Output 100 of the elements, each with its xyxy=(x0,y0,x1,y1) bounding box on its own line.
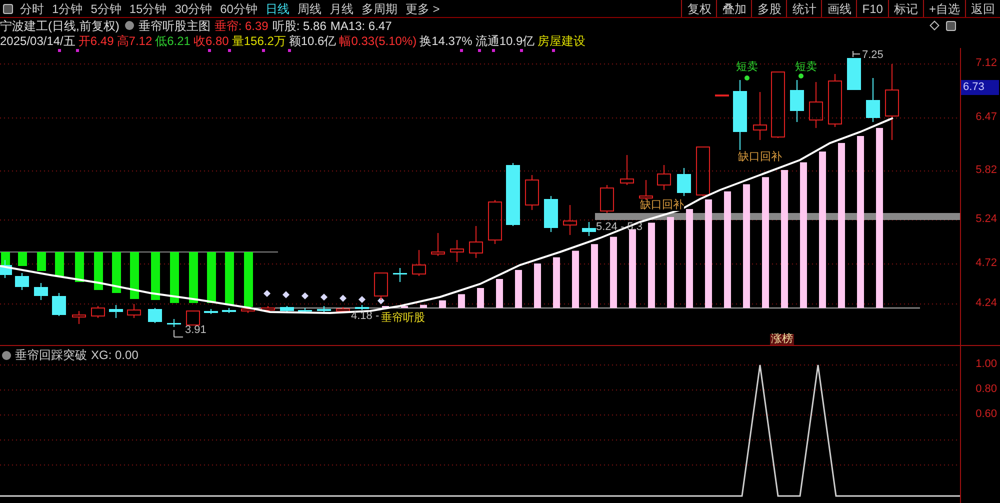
indicator-bar xyxy=(610,236,617,308)
period-tab[interactable]: 周线 xyxy=(293,0,326,17)
quote-field: 2025/03/14/五 xyxy=(0,34,76,46)
quote-field: 换14.37% xyxy=(420,34,472,46)
candlestick xyxy=(374,272,388,300)
signal-dot xyxy=(798,74,804,78)
price-axis-label: 4.24 xyxy=(974,298,998,309)
period-tab[interactable]: 15分钟 xyxy=(125,0,171,17)
indicator-value: MA13: 6.47 xyxy=(330,20,392,32)
candlestick xyxy=(15,272,29,290)
panel-toggle-icon[interactable] xyxy=(3,4,13,14)
toolbar-button[interactable]: F10 xyxy=(856,0,888,17)
candlestick xyxy=(677,168,691,196)
period-tab[interactable]: 30分钟 xyxy=(170,0,216,17)
quote-field: 开6.49 xyxy=(78,34,114,46)
diamond-marker xyxy=(358,296,366,304)
indicator-bar xyxy=(170,252,179,303)
indicator-value: XG: 0.00 xyxy=(91,349,138,361)
candlestick xyxy=(52,292,66,316)
arrow-icon xyxy=(173,330,184,338)
chart-annotation: 4.18 - xyxy=(351,311,380,322)
indicator-bar xyxy=(458,294,465,308)
candlestick xyxy=(733,80,747,150)
candlestick xyxy=(620,154,634,186)
period-tab[interactable]: 月线 xyxy=(325,0,358,17)
indicator-bar xyxy=(439,300,446,308)
indicator-bar xyxy=(189,252,198,303)
candlestick xyxy=(298,308,312,312)
chart-annotation: 缺口回补 xyxy=(640,200,684,211)
value-axis-label: 1.00 xyxy=(976,359,997,370)
toolbar-button[interactable]: 画线 xyxy=(821,0,856,17)
candlestick xyxy=(186,310,200,326)
toolbar-button[interactable]: 多股 xyxy=(751,0,786,17)
toolbar-button[interactable]: +自选 xyxy=(922,0,965,17)
candlestick xyxy=(488,200,502,244)
toolbar-button[interactable]: 统计 xyxy=(786,0,822,17)
candlestick xyxy=(582,222,596,236)
candlestick xyxy=(336,306,350,312)
toolbar-button[interactable]: 叠加 xyxy=(716,0,752,17)
period-tab[interactable]: 60分钟 xyxy=(216,0,262,17)
diamond-marker xyxy=(301,292,309,300)
price-axis-label: 5.24 xyxy=(974,214,998,225)
toolbar-button[interactable]: 返回 xyxy=(965,0,1000,17)
indicator-value: 听股: 5.86 xyxy=(272,20,326,32)
indicator-bar xyxy=(55,252,64,276)
toolbar-button[interactable]: 复权 xyxy=(681,0,716,17)
indicator-bar xyxy=(401,306,408,308)
period-tab[interactable]: 更多 > xyxy=(401,0,444,17)
indicator-bar xyxy=(225,252,234,305)
diamond-marker xyxy=(320,294,328,301)
candlestick xyxy=(469,226,483,258)
period-tab[interactable]: 1分钟 xyxy=(48,0,87,17)
quote-field: 幅0.33(5.10%) xyxy=(339,34,417,46)
indicator-bar xyxy=(420,304,427,308)
candlestick xyxy=(167,318,181,328)
dropdown-icon[interactable] xyxy=(125,21,134,30)
candlestick xyxy=(431,232,445,256)
candlestick xyxy=(261,306,275,312)
period-tab[interactable]: 多周期 xyxy=(357,0,402,17)
quote-field: 房屋建设 xyxy=(538,34,586,46)
indicator-value: 垂帘: 6.39 xyxy=(214,20,268,32)
indicator-bar xyxy=(244,252,253,307)
chart-annotation: 短卖 xyxy=(795,62,817,73)
indicator-bar xyxy=(591,244,598,308)
toolbar-button[interactable]: 标记 xyxy=(888,0,923,17)
candlestick xyxy=(91,306,105,318)
indicator-name: 垂帘听股主图 xyxy=(138,20,210,32)
candlestick xyxy=(355,304,369,310)
candlestick xyxy=(600,184,614,214)
candlestick xyxy=(222,308,236,314)
candlestick xyxy=(109,304,123,318)
chart-annotation: 垂帘听股 xyxy=(381,313,425,324)
candlestick xyxy=(828,74,842,128)
quote-field: 低6.21 xyxy=(155,34,190,46)
candlestick xyxy=(72,310,86,324)
dropdown-icon[interactable] xyxy=(2,350,11,360)
candlestick xyxy=(34,282,48,300)
indicator-bar xyxy=(151,252,160,300)
candlestick xyxy=(544,196,558,232)
arrow-icon xyxy=(852,51,861,58)
candlestick xyxy=(809,82,823,128)
indicator-bar xyxy=(477,288,484,308)
indicator-bar xyxy=(130,252,139,299)
indicator-bar xyxy=(553,257,560,308)
indicator-bar xyxy=(75,252,84,282)
quote-field: 额10.6亿 xyxy=(288,34,336,46)
candlestick xyxy=(771,72,785,138)
quote-field: 流通10.9亿 xyxy=(475,34,535,46)
panel-toggle-icon[interactable] xyxy=(946,20,956,30)
candlestick xyxy=(790,80,804,122)
candlestick xyxy=(280,306,294,312)
price-axis-label: 6.47 xyxy=(974,112,998,123)
indicator-bar xyxy=(112,252,121,293)
candlestick xyxy=(657,164,671,190)
period-tab[interactable]: 日线 xyxy=(261,0,294,17)
value-axis-label: 0.80 xyxy=(976,384,997,395)
period-tab[interactable]: 分时 xyxy=(16,0,48,17)
diamond-marker xyxy=(282,291,290,298)
signal-dot xyxy=(744,76,750,80)
period-tab[interactable]: 5分钟 xyxy=(86,0,126,17)
